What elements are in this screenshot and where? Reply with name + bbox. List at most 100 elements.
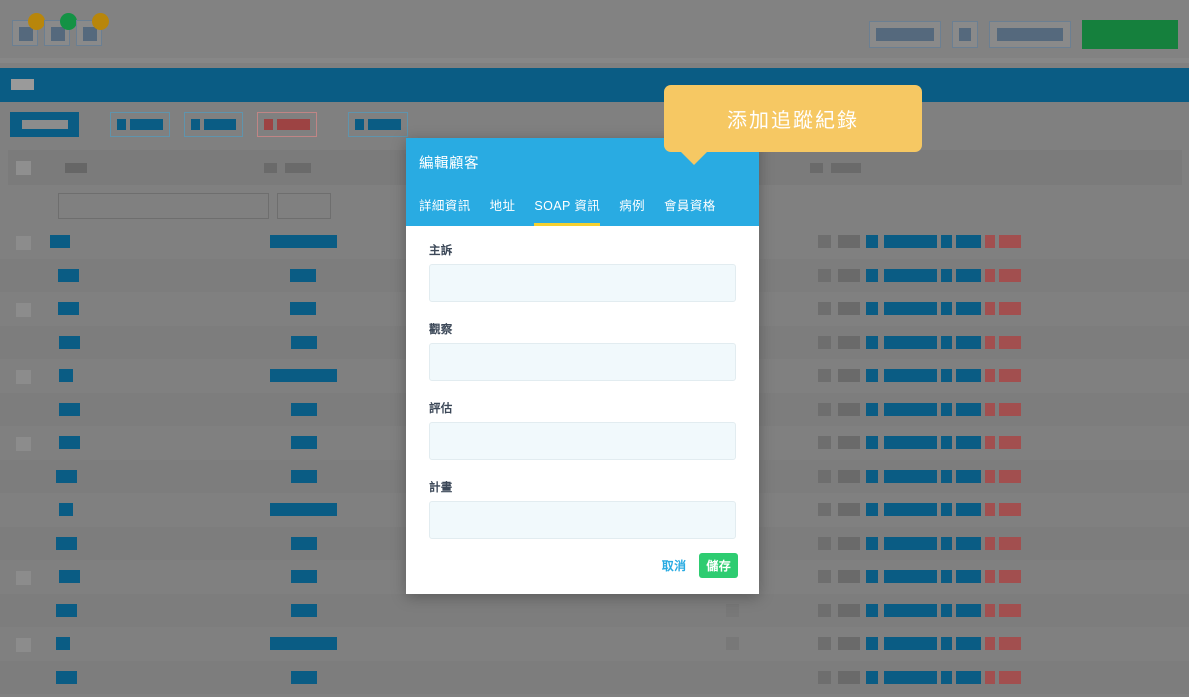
row-action-2[interactable] (884, 302, 937, 315)
row-action-4[interactable] (956, 402, 981, 416)
row-action-delete-1[interactable] (985, 235, 995, 248)
header-button-3[interactable] (989, 21, 1071, 48)
header-button-primary[interactable] (1082, 20, 1178, 49)
toolbar-primary-button[interactable] (10, 112, 79, 137)
row-action-delete-1[interactable] (985, 402, 995, 416)
row-action-2[interactable] (884, 369, 937, 382)
row-action-3[interactable] (941, 402, 952, 416)
row-action-3[interactable] (941, 637, 952, 650)
row-action-1[interactable] (866, 570, 878, 583)
row-action-3[interactable] (941, 536, 952, 550)
row-action-delete-1[interactable] (985, 335, 995, 349)
app-icon-1[interactable] (12, 13, 45, 46)
modal-tab-3[interactable]: 病例 (619, 195, 645, 226)
row-action-delete-1[interactable] (985, 436, 995, 449)
toolbar-button-5[interactable] (348, 112, 408, 137)
row-action-delete-2[interactable] (999, 469, 1021, 483)
table-row[interactable] (0, 660, 1189, 694)
row-select-checkbox[interactable] (16, 370, 31, 384)
row-action-1[interactable] (866, 469, 878, 483)
table-row[interactable] (0, 627, 1189, 661)
row-action-2[interactable] (884, 436, 937, 449)
modal-tab-2[interactable]: SOAP 資訊 (534, 195, 601, 226)
modal-tab-0[interactable]: 詳細資訊 (419, 195, 471, 226)
row-action-4[interactable] (956, 369, 981, 382)
row-action-2[interactable] (884, 268, 937, 282)
row-action-3[interactable] (941, 436, 952, 449)
row-select-checkbox[interactable] (16, 571, 31, 585)
select-all-checkbox[interactable] (16, 161, 31, 175)
row-action-4[interactable] (956, 503, 981, 516)
table-header-cell-3[interactable] (285, 163, 311, 173)
row-action-delete-2[interactable] (999, 536, 1021, 550)
row-action-4[interactable] (956, 603, 981, 617)
toolbar-button-3[interactable] (184, 112, 243, 137)
toolbar-delete-button[interactable] (257, 112, 317, 137)
table-filter-code[interactable] (277, 193, 331, 219)
row-action-3[interactable] (941, 469, 952, 483)
row-action-1[interactable] (866, 402, 878, 416)
row-action-4[interactable] (956, 469, 981, 483)
row-action-1[interactable] (866, 637, 878, 650)
row-action-4[interactable] (956, 670, 981, 684)
row-action-2[interactable] (884, 570, 937, 583)
row-action-1[interactable] (866, 536, 878, 550)
app-icon-2[interactable] (44, 13, 77, 46)
row-action-delete-2[interactable] (999, 369, 1021, 382)
form-field-0-input[interactable] (429, 264, 736, 302)
row-action-2[interactable] (884, 402, 937, 416)
form-field-1-input[interactable] (429, 343, 736, 381)
toolbar-button-2[interactable] (110, 112, 170, 137)
row-action-4[interactable] (956, 536, 981, 550)
row-action-2[interactable] (884, 637, 937, 650)
row-action-delete-1[interactable] (985, 469, 995, 483)
modal-tab-4[interactable]: 會員資格 (664, 195, 716, 226)
save-button[interactable]: 儲存 (699, 553, 738, 578)
row-action-3[interactable] (941, 603, 952, 617)
row-action-3[interactable] (941, 335, 952, 349)
row-action-1[interactable] (866, 603, 878, 617)
row-action-delete-2[interactable] (999, 603, 1021, 617)
row-select-checkbox[interactable] (16, 236, 31, 250)
app-icon-3[interactable] (76, 13, 109, 46)
row-action-delete-1[interactable] (985, 268, 995, 282)
row-action-delete-2[interactable] (999, 335, 1021, 349)
row-action-3[interactable] (941, 369, 952, 382)
row-action-3[interactable] (941, 302, 952, 315)
row-action-delete-2[interactable] (999, 302, 1021, 315)
row-action-1[interactable] (866, 268, 878, 282)
row-action-delete-1[interactable] (985, 503, 995, 516)
cancel-button[interactable]: 取消 (662, 557, 687, 574)
table-header-cell-2[interactable] (264, 163, 277, 173)
header-button-2[interactable] (952, 21, 978, 48)
table-header-cell-name[interactable] (65, 163, 87, 173)
row-action-1[interactable] (866, 436, 878, 449)
nav-brand-label[interactable] (11, 79, 34, 90)
row-select-checkbox[interactable] (16, 303, 31, 317)
header-button-1[interactable] (869, 21, 941, 48)
row-action-delete-1[interactable] (985, 369, 995, 382)
row-action-delete-1[interactable] (985, 302, 995, 315)
row-action-delete-2[interactable] (999, 436, 1021, 449)
row-action-3[interactable] (941, 503, 952, 516)
row-action-4[interactable] (956, 335, 981, 349)
row-action-3[interactable] (941, 268, 952, 282)
row-action-4[interactable] (956, 570, 981, 583)
row-action-delete-2[interactable] (999, 637, 1021, 650)
row-action-delete-1[interactable] (985, 670, 995, 684)
table-filter-name[interactable] (58, 193, 269, 219)
row-action-2[interactable] (884, 335, 937, 349)
form-field-2-input[interactable] (429, 422, 736, 460)
row-action-delete-2[interactable] (999, 503, 1021, 516)
row-action-4[interactable] (956, 235, 981, 248)
row-action-delete-2[interactable] (999, 268, 1021, 282)
row-action-3[interactable] (941, 235, 952, 248)
row-action-delete-1[interactable] (985, 570, 995, 583)
row-action-4[interactable] (956, 268, 981, 282)
onboarding-callout[interactable]: 添加追蹤紀錄 (664, 85, 922, 165)
row-action-4[interactable] (956, 436, 981, 449)
row-action-2[interactable] (884, 603, 937, 617)
row-action-2[interactable] (884, 469, 937, 483)
row-action-delete-2[interactable] (999, 570, 1021, 583)
row-action-1[interactable] (866, 503, 878, 516)
